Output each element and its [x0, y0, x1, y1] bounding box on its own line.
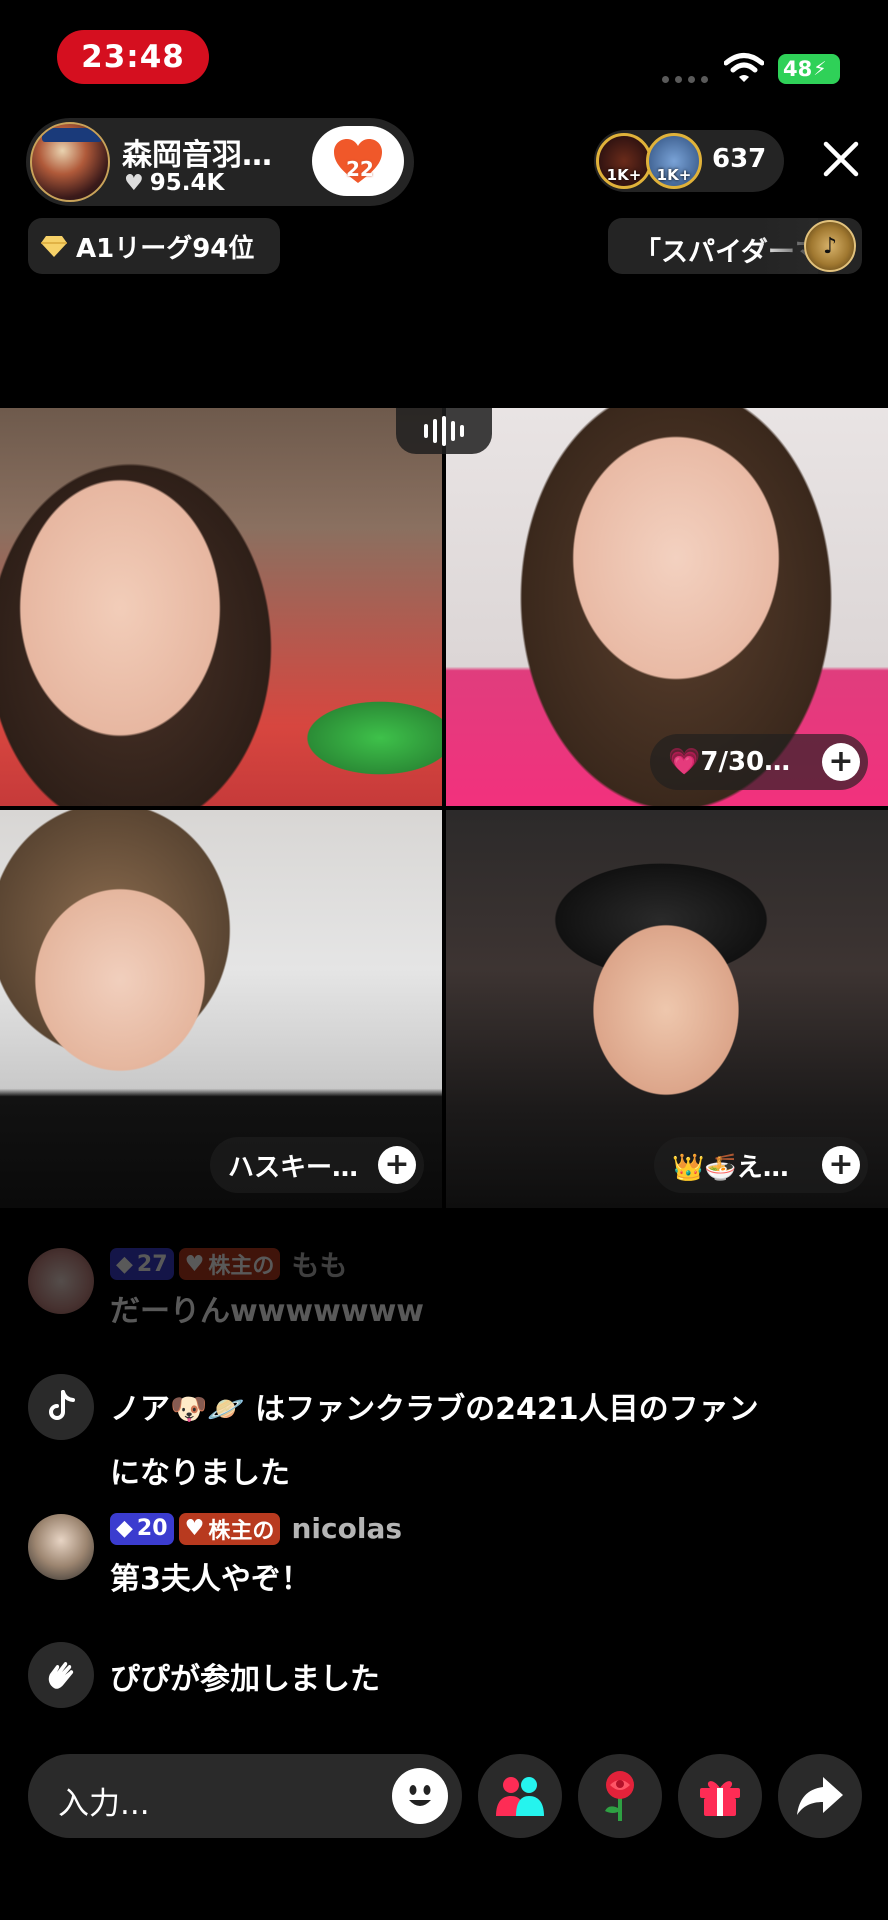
host-info[interactable]: 森岡音羽… ♥ 95.4K 22 [26, 118, 414, 206]
guest-name: ハスキー… [228, 1152, 359, 1183]
chat-message: ◆ 27 ♥ 株主の もも だーりんwwwwwww [28, 1244, 868, 1334]
username[interactable]: もも [291, 1249, 347, 1282]
shareholder-badge: ♥ 株主の [178, 1248, 281, 1280]
heart-icon: ♥ [124, 170, 144, 196]
plus-icon[interactable]: + [822, 743, 860, 781]
host-likes-count: 95.4K [149, 170, 225, 196]
guest-label[interactable]: ハスキー… + [210, 1137, 424, 1193]
message-text: だーりんwwwwwww [110, 1294, 425, 1329]
avatar[interactable] [28, 1514, 94, 1580]
host-avatar[interactable] [30, 122, 110, 202]
league-rank-badge[interactable]: A1リーグ94位 [28, 218, 280, 274]
top-viewer-avatar[interactable]: 1K+ [646, 133, 702, 189]
chat-message: ◆ 20 ♥ 株主の nicolas 第3夫人やぞ！ [28, 1512, 868, 1602]
message-text: ぴぴが参加しました [110, 1662, 380, 1697]
message-text: 第3夫人やぞ！ [110, 1562, 311, 1597]
plus-icon[interactable]: + [822, 1146, 860, 1184]
diamond-icon [41, 236, 67, 257]
username[interactable]: nicolas [291, 1512, 402, 1545]
fan-club-button[interactable]: 22 [312, 126, 404, 196]
gift-icon[interactable] [678, 1754, 762, 1838]
fan-level: 22 [346, 157, 374, 181]
smile-icon[interactable] [392, 1768, 448, 1824]
rose-icon[interactable] [578, 1754, 662, 1838]
close-icon[interactable] [818, 136, 864, 182]
status-bar: 23:48 48 ⚡ [0, 0, 888, 110]
system-message: ぴぴが参加しました [28, 1642, 868, 1712]
diamond-level-badge: ◆ 20 [110, 1512, 174, 1545]
comment-input[interactable]: 入力... [28, 1754, 462, 1838]
guest-name: 👑🍜え… [672, 1152, 789, 1183]
comment-placeholder: 入力... [58, 1786, 150, 1822]
plus-icon[interactable]: + [378, 1146, 416, 1184]
wifi-icon [724, 53, 764, 82]
wave-hand-icon [28, 1642, 94, 1708]
diamond-level-badge: ◆ 27 [110, 1248, 174, 1280]
multi-guest-video-grid [0, 408, 888, 1208]
audio-wave-icon[interactable] [396, 408, 492, 454]
host-likes: ♥ 95.4K [124, 170, 224, 196]
cellular-signal-icon [662, 76, 708, 83]
top-viewer-avatar[interactable]: 1K+ [596, 133, 652, 189]
battery-indicator: 48 ⚡ [778, 54, 840, 84]
guest-name: 💗7/30… [668, 747, 791, 777]
video-tile-host[interactable] [0, 408, 442, 806]
music-disc-icon[interactable]: ♪ [804, 220, 856, 272]
shareholder-badge: ♥ 株主の [178, 1512, 281, 1545]
battery-level: 48 [783, 57, 813, 81]
guest-label[interactable]: 💗7/30… + [650, 734, 868, 790]
share-icon[interactable] [778, 1754, 862, 1838]
system-message: ノア🐶🪐 はファンクラブの2421人目のファン になりました [28, 1374, 868, 1504]
charging-icon: ⚡ [813, 58, 827, 80]
tiktok-icon [28, 1374, 94, 1440]
top-viewers[interactable]: 1K+ 1K+ 637 [594, 130, 784, 192]
music-ticker[interactable]: 「スパイダーマ ♪ [608, 218, 862, 274]
people-icon[interactable] [478, 1754, 562, 1838]
league-rank-text: A1リーグ94位 [76, 233, 255, 264]
host-name: 森岡音羽… [122, 138, 272, 173]
message-text-line-1: ノア🐶🪐 はファンクラブの2421人目のファン [110, 1392, 759, 1427]
viewer-count[interactable]: 637 [712, 144, 766, 174]
status-time: 23:48 [57, 30, 209, 84]
message-text-line-2: になりました [110, 1456, 290, 1491]
avatar[interactable] [28, 1248, 94, 1314]
guest-label[interactable]: 👑🍜え… + [654, 1137, 868, 1193]
